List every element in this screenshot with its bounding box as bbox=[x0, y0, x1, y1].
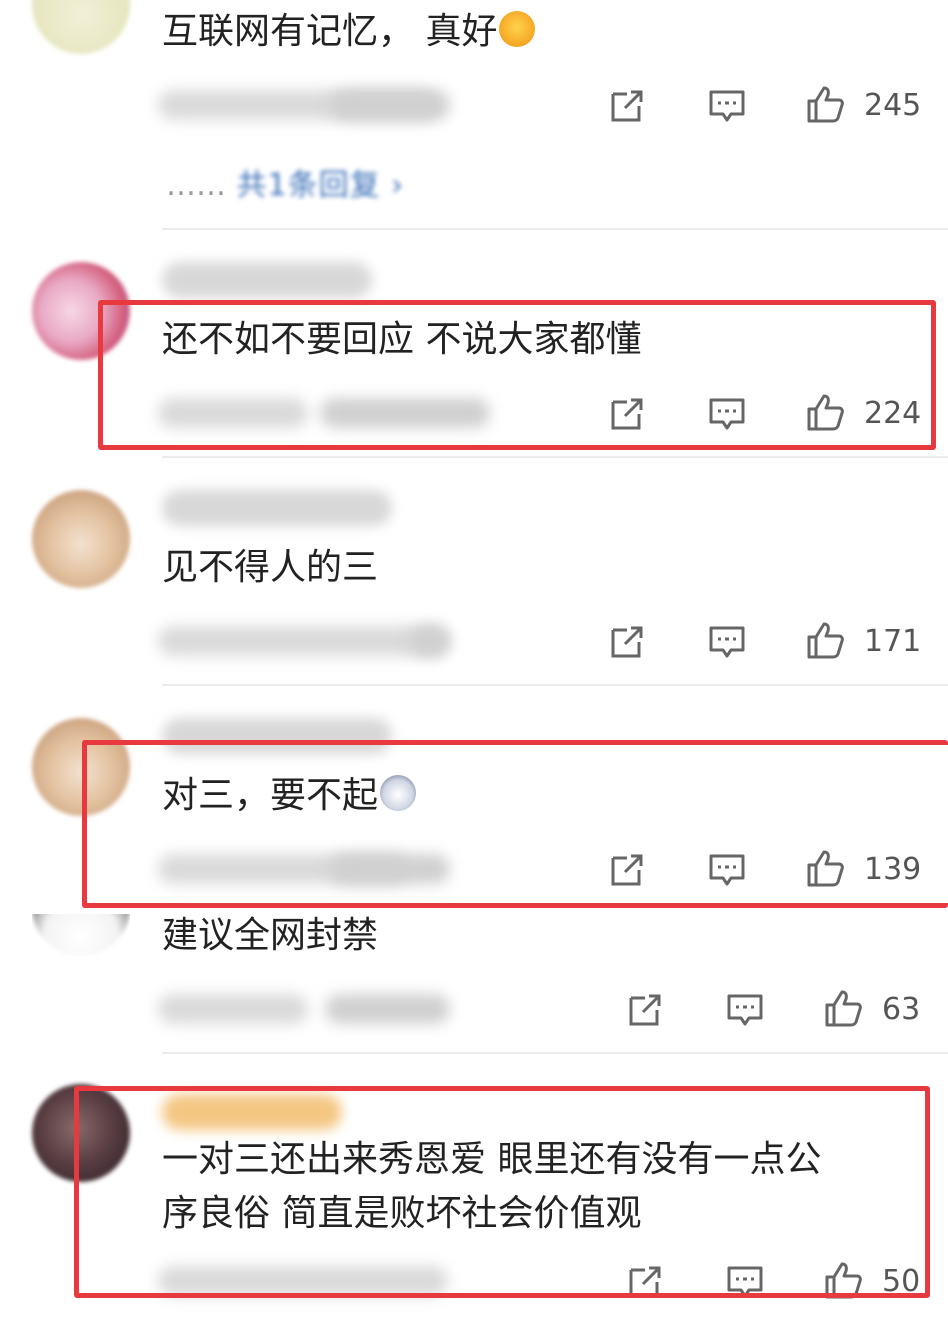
username[interactable] bbox=[162, 718, 392, 754]
username[interactable] bbox=[162, 262, 372, 298]
share-button[interactable] bbox=[625, 990, 665, 1030]
share-icon bbox=[611, 398, 643, 430]
like-count: 63 bbox=[882, 992, 921, 1027]
comment-text: 还不如不要回应 不说大家都懂 bbox=[162, 319, 642, 360]
share-button[interactable] bbox=[607, 622, 647, 662]
avatar[interactable] bbox=[32, 490, 130, 588]
avatar[interactable] bbox=[32, 718, 130, 816]
comment-button[interactable] bbox=[725, 990, 765, 1030]
comment-meta bbox=[158, 398, 308, 428]
comment-text-line-2: 序良俗 简直是败坏社会价值观 bbox=[162, 1193, 642, 1234]
husky-emoji-icon bbox=[380, 775, 417, 811]
comment-text: 建议全网封禁 bbox=[162, 915, 379, 956]
like-button[interactable] bbox=[806, 84, 846, 124]
share-icon bbox=[629, 1266, 661, 1298]
avatar[interactable] bbox=[32, 262, 130, 360]
view-replies-link[interactable]: …… 共1条回复 › bbox=[166, 160, 404, 204]
comment-icon bbox=[727, 994, 763, 1026]
comment-text: 对三，要不起 bbox=[162, 770, 417, 822]
divider bbox=[162, 684, 948, 686]
comment-icon bbox=[709, 398, 745, 430]
comment-text: 见不得人的三 bbox=[162, 547, 379, 588]
like-icon bbox=[807, 394, 844, 431]
comment-meta-location bbox=[330, 90, 450, 120]
comment-button[interactable] bbox=[707, 86, 747, 126]
divider bbox=[162, 1052, 948, 1054]
avatar[interactable] bbox=[32, 0, 130, 54]
like-icon bbox=[807, 850, 844, 887]
share-button[interactable] bbox=[607, 86, 647, 126]
divider bbox=[162, 228, 948, 230]
like-button[interactable] bbox=[806, 392, 846, 432]
like-count: 171 bbox=[864, 624, 922, 659]
like-button[interactable] bbox=[824, 988, 864, 1028]
like-button[interactable] bbox=[806, 620, 846, 660]
share-icon bbox=[611, 854, 643, 886]
comment-button[interactable] bbox=[725, 1262, 765, 1302]
comment-text: 互联网有记忆， 真好 bbox=[162, 6, 536, 58]
share-icon bbox=[611, 626, 643, 658]
share-button[interactable] bbox=[607, 850, 647, 890]
comment-button[interactable] bbox=[707, 622, 747, 662]
comment-button[interactable] bbox=[707, 850, 747, 890]
like-button[interactable] bbox=[806, 848, 846, 888]
comment-meta bbox=[158, 626, 448, 656]
like-icon bbox=[825, 990, 862, 1027]
comment-meta bbox=[158, 994, 308, 1024]
comment-meta-location bbox=[320, 398, 490, 428]
like-icon bbox=[825, 1262, 862, 1299]
comment-icon bbox=[727, 1266, 763, 1298]
like-count: 245 bbox=[864, 88, 922, 123]
avatar[interactable] bbox=[32, 1084, 130, 1182]
username-vip[interactable] bbox=[162, 1094, 342, 1130]
like-icon bbox=[807, 622, 844, 659]
comment-meta-location bbox=[410, 626, 450, 656]
share-icon bbox=[611, 90, 643, 122]
replies-dots: …… bbox=[166, 168, 226, 203]
comment-icon bbox=[709, 626, 745, 658]
replies-label: 共1条回复 › bbox=[236, 168, 405, 203]
share-button[interactable] bbox=[625, 1262, 665, 1302]
comment-meta-location bbox=[330, 854, 450, 884]
blush-emoji-icon bbox=[499, 11, 536, 47]
like-count: 50 bbox=[882, 1264, 921, 1299]
share-icon bbox=[629, 994, 661, 1026]
like-button[interactable] bbox=[824, 1260, 864, 1300]
like-count: 224 bbox=[864, 396, 922, 431]
divider bbox=[162, 456, 948, 458]
comment-meta bbox=[158, 1266, 448, 1296]
comment-icon bbox=[709, 90, 745, 122]
comment-meta-location bbox=[325, 994, 450, 1024]
comment-icon bbox=[709, 854, 745, 886]
share-button[interactable] bbox=[607, 394, 647, 434]
comment-button[interactable] bbox=[707, 394, 747, 434]
comment-text-line-1: 一对三还出来秀恩爱 眼里还有没有一点公 bbox=[162, 1139, 822, 1180]
avatar[interactable] bbox=[32, 914, 130, 956]
like-icon bbox=[807, 86, 844, 123]
like-count: 139 bbox=[864, 852, 922, 887]
username[interactable] bbox=[162, 490, 392, 526]
